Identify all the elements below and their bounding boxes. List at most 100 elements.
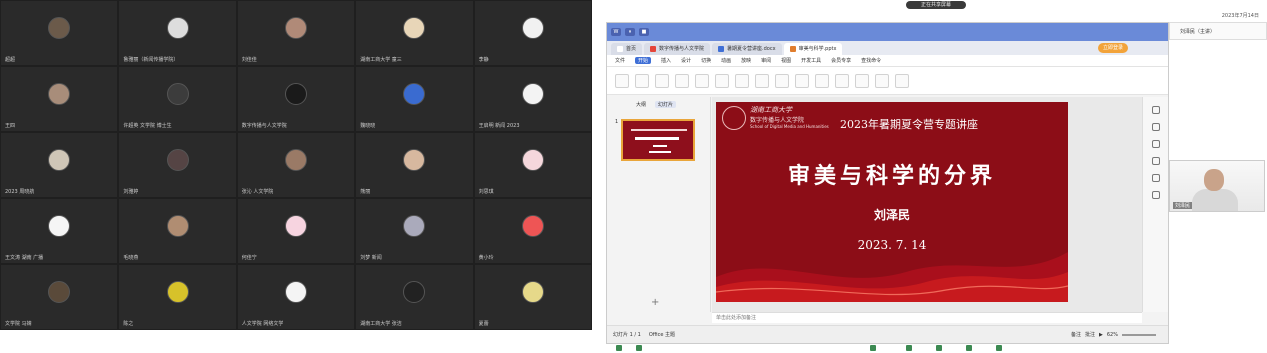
pause-icon[interactable]: ⏸ — [625, 28, 635, 36]
decorative-waves — [716, 252, 1068, 302]
participant-name: 熊丽 — [360, 189, 371, 195]
taskbar — [606, 344, 1267, 353]
properties-icon[interactable] — [1151, 106, 1160, 114]
cut-icon[interactable] — [635, 73, 649, 88]
menu-item[interactable]: 插入 — [661, 57, 671, 64]
menu-item[interactable]: 切换 — [701, 57, 711, 64]
participant-name: 毛晓燕 — [123, 255, 139, 261]
slide-thumbnail[interactable] — [621, 119, 695, 161]
menu-item[interactable]: 审阅 — [761, 57, 771, 64]
tab-document[interactable]: 暑期夏令营讲座.docx — [712, 43, 782, 55]
participant-tile[interactable]: 夏蕾 — [474, 265, 591, 329]
participant-tile[interactable]: 鲁雅丽（新闻传播学院） — [119, 1, 236, 65]
menu-item[interactable]: 会员专享 — [831, 57, 851, 64]
zoom-value[interactable]: 62% — [1107, 332, 1118, 338]
participant-tile[interactable]: 张沁 人文学院 — [237, 133, 355, 197]
paste-icon[interactable] — [615, 73, 629, 88]
participant-name: 夏蕾 — [478, 321, 489, 327]
taskbar-app-icon[interactable] — [936, 345, 942, 351]
avatar-icon — [48, 16, 71, 39]
slide-title: 审美与科学的分界 — [787, 163, 996, 189]
status-notes[interactable]: 备注 — [1071, 331, 1081, 338]
participant-tile[interactable]: 许超英 文学院 博士生 — [119, 67, 236, 131]
participant-tile[interactable]: 湖南工商大学 张洁 — [356, 265, 473, 329]
participant-tile[interactable]: 毛晓燕 — [119, 199, 236, 263]
login-badge[interactable]: 立即登录 — [1097, 43, 1128, 53]
avatar-icon — [521, 148, 544, 171]
share-status-pill[interactable]: 正在共享屏幕 — [906, 1, 966, 9]
align-center-icon[interactable] — [815, 73, 829, 88]
design-icon[interactable] — [1151, 140, 1160, 148]
participant-tile[interactable]: 刘佳佳 — [237, 1, 355, 65]
participant-tile[interactable]: 刘梦 新闻 — [356, 199, 473, 263]
menu-item[interactable]: 动画 — [721, 57, 731, 64]
arrange-icon[interactable] — [875, 73, 889, 88]
taskbar-app-icon[interactable] — [616, 345, 622, 351]
shape-style-icon[interactable] — [1151, 174, 1160, 182]
participant-tile[interactable]: 超超 — [1, 1, 118, 65]
status-comment[interactable]: 批注 — [1085, 331, 1095, 338]
avatar-icon — [284, 280, 307, 303]
new-slide-icon[interactable] — [695, 73, 709, 88]
slideshow-play-icon[interactable]: ▶ — [1099, 332, 1103, 338]
participant-tile[interactable]: 王文涛 湖南 广播 — [1, 199, 118, 263]
avatar-icon — [48, 280, 71, 303]
slide[interactable]: 湖南工商大学 数字传播与人文学院 School of Digital Media… — [716, 102, 1068, 302]
participant-name: 2023 周晓航 — [5, 189, 35, 195]
bold-icon[interactable] — [755, 73, 769, 88]
avatar-icon — [284, 214, 307, 237]
participant-tile[interactable]: 刘雅婷 — [119, 133, 236, 197]
participant-tile[interactable]: 数字传播与人文学院 — [237, 67, 355, 131]
play-icon[interactable] — [675, 73, 689, 88]
participant-tile[interactable]: 2023 周晓航 — [1, 133, 118, 197]
menu-item[interactable]: 放映 — [741, 57, 751, 64]
taskbar-app-icon[interactable] — [906, 345, 912, 351]
participant-tile[interactable]: 何佳宁 — [237, 199, 355, 263]
tab-slides[interactable]: 幻灯片 — [655, 101, 677, 108]
participant-tile[interactable]: 熊丽 — [356, 133, 473, 197]
shape-icon[interactable] — [855, 73, 869, 88]
participant-tile[interactable]: 人文学院 网络文学 — [237, 265, 355, 329]
participant-tile[interactable]: 李静 — [474, 1, 591, 65]
tab-document[interactable]: 审美与科学.pptx — [783, 43, 843, 55]
menu-item[interactable]: 设计 — [681, 57, 691, 64]
taskbar-app-icon[interactable] — [636, 345, 642, 351]
participant-tile[interactable]: 王四 — [1, 67, 118, 131]
format-painter-icon[interactable] — [655, 73, 669, 88]
italic-icon[interactable] — [775, 73, 789, 88]
animation-icon[interactable] — [1151, 123, 1160, 131]
find-icon[interactable] — [895, 73, 909, 88]
menu-item[interactable]: 文件 — [615, 57, 625, 64]
participant-tile[interactable]: 刘思琪 — [474, 133, 591, 197]
participant-tile[interactable]: 王启明 新闻 2023 — [474, 67, 591, 131]
menu-item[interactable]: 开始 — [635, 57, 652, 64]
menu-item[interactable]: 视图 — [781, 57, 791, 64]
participant-tile[interactable]: 魏晓晓 — [356, 67, 473, 131]
speaker-mini-bar[interactable]: 刘泽民（主讲） — [1169, 22, 1267, 40]
align-left-icon[interactable] — [795, 73, 809, 88]
stop-icon[interactable]: ■ — [639, 28, 649, 36]
notes-area[interactable]: 单击此处添加备注 — [712, 312, 1142, 323]
taskbar-app-icon[interactable] — [996, 345, 1002, 351]
school-department: 数字传播与人文学院 — [750, 117, 805, 124]
text-box-icon[interactable] — [835, 73, 849, 88]
tab-document[interactable]: 数字传播与人文学院 — [644, 43, 711, 55]
transition-icon[interactable] — [1151, 157, 1160, 165]
participant-tile[interactable]: 黄小玲 — [474, 199, 591, 263]
menu-item[interactable]: 开发工具 — [801, 57, 821, 64]
font-icon[interactable] — [735, 73, 749, 88]
add-slide-button[interactable]: + — [651, 297, 659, 308]
participant-tile[interactable]: 湖南工商大学 童三 — [356, 1, 473, 65]
taskbar-app-icon[interactable] — [966, 345, 972, 351]
participant-tile[interactable]: 文学院 马婧 — [1, 265, 118, 329]
taskbar-app-icon[interactable] — [870, 345, 876, 351]
zoom-slider[interactable] — [1122, 333, 1156, 336]
participant-tile[interactable]: 陈之 — [119, 265, 236, 329]
layout-icon[interactable] — [715, 73, 729, 88]
menu-item[interactable]: 查找命令 — [861, 57, 881, 64]
wps-logo-icon: W — [611, 28, 621, 36]
tab-outline[interactable]: 大纲 — [633, 101, 649, 108]
settings-icon[interactable] — [1151, 191, 1160, 199]
tab-document[interactable]: 首页 — [611, 43, 643, 55]
speaker-video[interactable]: 刘泽民 — [1169, 160, 1265, 212]
